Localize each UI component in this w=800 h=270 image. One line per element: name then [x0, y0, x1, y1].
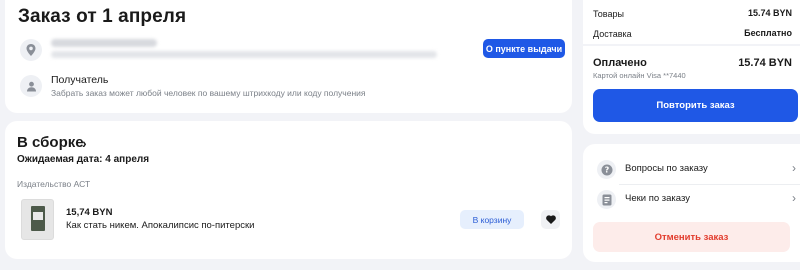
book-cover-image[interactable]: [21, 199, 54, 240]
publisher-label: Издательство АСТ: [17, 179, 91, 189]
order-header-card: Заказ от 1 апреля О пункте выдачи Получа…: [5, 0, 572, 113]
delivery-value: Бесплатно: [744, 28, 792, 38]
payment-method: Картой онлайн Visa **7440: [593, 71, 686, 80]
heart-icon: [545, 211, 556, 229]
chevron-right-icon: ›: [792, 161, 796, 175]
cancel-order-button[interactable]: Отменить заказ: [593, 222, 790, 252]
add-to-cart-button[interactable]: В корзину: [460, 210, 524, 229]
order-summary-card: Товары 15.74 BYN Доставка Бесплатно Опла…: [583, 0, 800, 134]
repeat-order-button[interactable]: Повторить заказ: [593, 89, 798, 122]
paid-value: 15.74 BYN: [738, 57, 792, 69]
svg-text:?: ?: [604, 165, 609, 174]
item-name[interactable]: Как стать никем. Апокалипсис по-питерски: [66, 220, 254, 231]
assembly-card: В сборке › Ожидаемая дата: 4 апреля Изда…: [5, 121, 572, 259]
page-title: Заказ от 1 апреля: [18, 6, 187, 27]
order-questions-link[interactable]: ? Вопросы по заказу ›: [591, 154, 800, 184]
location-pin-icon: [20, 39, 42, 61]
question-icon: ?: [597, 160, 616, 179]
order-receipts-link[interactable]: Чеки по заказу ›: [591, 184, 800, 214]
goods-label: Товары: [593, 9, 624, 19]
pickup-address-title: [51, 39, 157, 47]
divider: [583, 44, 800, 46]
favorite-button[interactable]: [541, 210, 560, 229]
goods-value: 15.74 BYN: [747, 8, 792, 18]
person-icon: [20, 75, 42, 97]
receipt-icon: [597, 190, 616, 209]
recipient-subtitle: Забрать заказ может любой человек по ваш…: [51, 88, 366, 98]
chevron-right-icon: ›: [792, 191, 796, 205]
recipient-title: Получатель: [51, 74, 109, 86]
pickup-point-info-button[interactable]: О пункте выдачи: [483, 39, 565, 58]
order-actions-card: ? Вопросы по заказу › Чеки по заказу › О…: [583, 144, 800, 262]
chevron-right-icon[interactable]: ›: [82, 135, 87, 151]
pickup-address-detail: [51, 51, 437, 58]
expected-date: Ожидаемая дата: 4 апреля: [17, 154, 150, 165]
assembly-status-title[interactable]: В сборке: [17, 134, 84, 151]
order-receipts-label: Чеки по заказу: [625, 193, 690, 204]
item-price: 15,74 BYN: [66, 207, 113, 218]
order-questions-label: Вопросы по заказу: [625, 163, 708, 174]
paid-label: Оплачено: [593, 57, 647, 69]
delivery-label: Доставка: [593, 29, 632, 39]
